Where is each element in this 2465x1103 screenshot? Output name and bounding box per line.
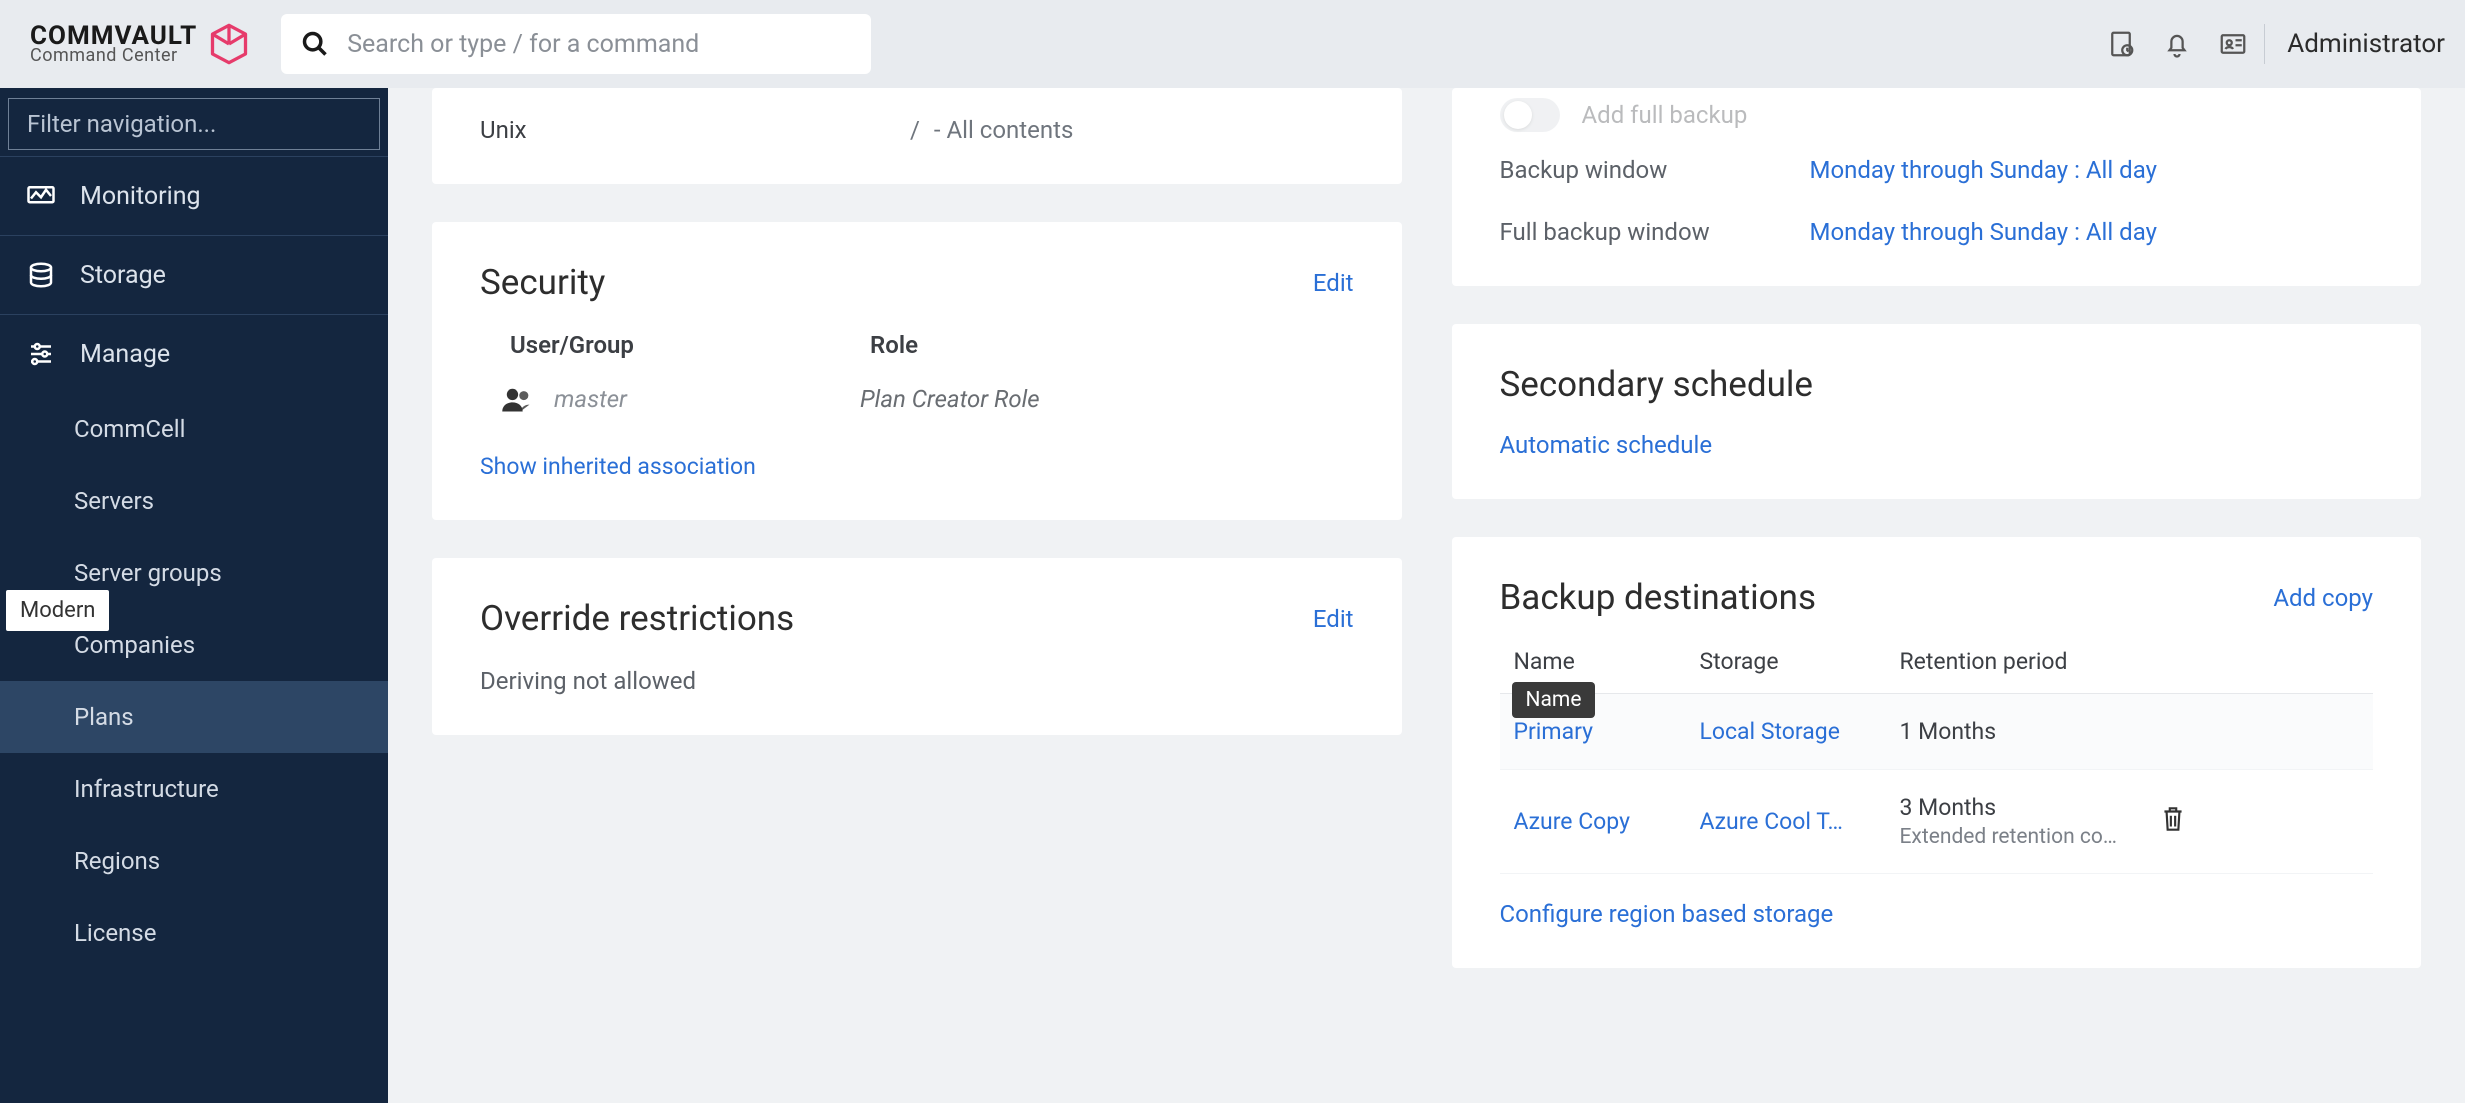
security-edit-link[interactable]: Edit: [1313, 269, 1354, 297]
secondary-title: Secondary schedule: [1500, 364, 2374, 405]
override-title: Override restrictions: [480, 598, 794, 639]
id-card-icon[interactable]: [2218, 29, 2248, 59]
table-row: Azure Copy Azure Cool T… 3 Months Extend…: [1500, 770, 2374, 874]
monitoring-icon: [26, 181, 56, 211]
search-box[interactable]: [281, 14, 871, 74]
sidebar-item-license[interactable]: License: [0, 897, 388, 969]
configure-region-link[interactable]: Configure region based storage: [1500, 900, 2374, 928]
add-full-backup-toggle[interactable]: [1500, 98, 1560, 132]
sidebar-item-label: Monitoring: [80, 182, 201, 211]
add-full-backup-label: Add full backup: [1582, 101, 1748, 129]
override-card: Override restrictions Edit Deriving not …: [432, 558, 1402, 735]
sidebar-item-commcell[interactable]: CommCell: [0, 393, 388, 465]
dest-storage-link[interactable]: Azure Cool T…: [1700, 808, 1900, 835]
full-backup-window-key: Full backup window: [1500, 218, 1810, 246]
override-body: Deriving not allowed: [480, 667, 1354, 695]
sidebar-item-monitoring[interactable]: Monitoring: [0, 156, 388, 235]
filter-nav-input[interactable]: [27, 110, 361, 138]
brand-sub: Command Center: [30, 47, 197, 65]
bell-icon[interactable]: [2162, 29, 2192, 59]
add-copy-link[interactable]: Add copy: [2273, 584, 2373, 612]
search-input[interactable]: [347, 30, 851, 59]
override-edit-link[interactable]: Edit: [1313, 605, 1354, 633]
security-user: master: [554, 385, 627, 413]
table-row: Primary Local Storage 1 Months: [1500, 694, 2374, 770]
trash-icon[interactable]: [2160, 804, 2186, 834]
sidebar-item-plans[interactable]: Plans: [0, 681, 388, 753]
unix-rest: - All contents: [934, 116, 1073, 144]
unix-card: Unix / - All contents: [432, 88, 1402, 184]
backup-window-value[interactable]: Monday through Sunday : All day: [1810, 156, 2157, 184]
rpo-card: Add full backup Backup window Monday thr…: [1452, 88, 2422, 286]
sidebar-item-regions[interactable]: Regions: [0, 825, 388, 897]
th-retention[interactable]: Retention period: [1900, 648, 2160, 675]
unix-label: Unix: [480, 116, 910, 144]
unix-slash: /: [910, 116, 920, 144]
backup-destinations-title: Backup destinations: [1500, 577, 1817, 618]
brand: COMMVAULT Command Center: [30, 22, 251, 66]
users-icon: [500, 385, 534, 413]
security-col-user: User/Group: [510, 331, 830, 359]
security-role: Plan Creator Role: [860, 385, 1040, 413]
top-icons: [2106, 29, 2248, 59]
secondary-schedule-card: Secondary schedule Automatic schedule: [1452, 324, 2422, 499]
backup-window-key: Backup window: [1500, 156, 1810, 184]
security-title: Security: [480, 262, 605, 303]
top-bar: COMMVAULT Command Center Administrator: [0, 0, 2465, 88]
th-storage[interactable]: Storage: [1700, 648, 1900, 675]
backup-destinations-card: Backup destinations Add copy Name Storag…: [1452, 537, 2422, 968]
sidebar-item-label: Manage: [80, 340, 170, 369]
security-card: Security Edit User/Group Role master Pla…: [432, 222, 1402, 520]
name-tooltip: Name: [1512, 682, 1596, 718]
sidebar-item-label: Storage: [80, 261, 166, 290]
destinations-table: Name Storage Retention period Name Prima…: [1500, 648, 2374, 874]
sidebar-item-infrastructure[interactable]: Infrastructure: [0, 753, 388, 825]
th-name[interactable]: Name: [1500, 648, 1700, 675]
security-col-role: Role: [870, 331, 918, 359]
main-content: Unix / - All contents Security Edit User…: [388, 88, 2465, 1103]
sidebar-item-storage[interactable]: Storage: [0, 235, 388, 314]
sidebar-item-manage[interactable]: Manage: [0, 314, 388, 393]
dest-storage-link[interactable]: Local Storage: [1700, 718, 1900, 745]
dest-name-link[interactable]: Azure Copy: [1500, 808, 1700, 835]
dest-retention: 3 Months Extended retention co…: [1900, 794, 2160, 849]
full-backup-window-value[interactable]: Monday through Sunday : All day: [1810, 218, 2157, 246]
security-row: master Plan Creator Role: [480, 385, 1354, 413]
show-inherited-link[interactable]: Show inherited association: [480, 453, 1354, 480]
modern-pill[interactable]: Modern: [6, 590, 109, 631]
automatic-schedule-link[interactable]: Automatic schedule: [1500, 431, 2374, 459]
search-icon: [301, 30, 329, 58]
sidebar-item-servers[interactable]: Servers: [0, 465, 388, 537]
clipboard-icon[interactable]: [2106, 29, 2136, 59]
sidebar: Monitoring Storage Manage CommCell Serve…: [0, 88, 388, 1103]
top-divider: [2264, 24, 2265, 64]
top-user-label[interactable]: Administrator: [2287, 29, 2445, 59]
dest-name-link[interactable]: Primary: [1500, 718, 1700, 745]
storage-icon: [26, 260, 56, 290]
manage-icon: [26, 339, 56, 369]
filter-nav-box[interactable]: [8, 98, 380, 150]
brand-cube-icon: [207, 22, 251, 66]
dest-retention: 1 Months: [1900, 718, 2160, 745]
